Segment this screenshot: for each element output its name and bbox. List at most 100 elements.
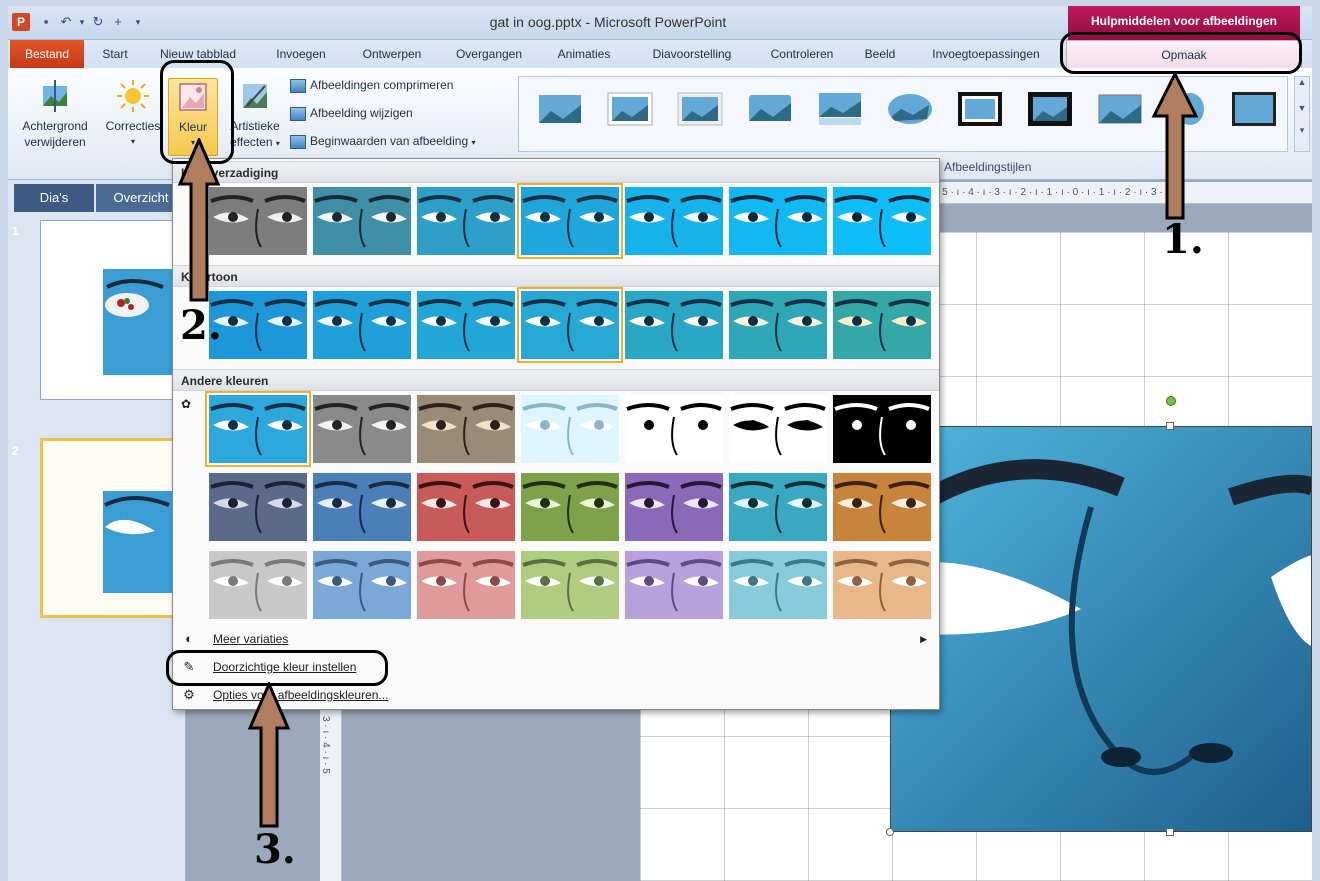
- face-thumbnail: [521, 473, 619, 541]
- tab-file[interactable]: Bestand: [10, 40, 84, 68]
- saturation-option[interactable]: [209, 187, 307, 255]
- picture-style-9[interactable]: [1097, 91, 1143, 127]
- face-thumbnail: [209, 473, 307, 541]
- pane-tabs: Dia's Overzicht: [8, 184, 186, 212]
- tab-transitions[interactable]: Overgangen: [444, 40, 534, 68]
- recolor-option[interactable]: [833, 473, 931, 541]
- slide-thumbnail-2[interactable]: [40, 438, 182, 618]
- reset-picture-button[interactable]: Beginwaarden van afbeelding ▾: [290, 130, 475, 152]
- rotate-handle[interactable]: [1166, 396, 1176, 406]
- face-thumbnail: [417, 291, 515, 359]
- tab-addins[interactable]: Invoegtoepassingen: [916, 40, 1056, 68]
- recolor-option[interactable]: [521, 395, 619, 463]
- undo-icon[interactable]: ↶: [58, 14, 74, 30]
- change-picture-label: Afbeelding wijzigen: [310, 106, 413, 120]
- slide-2-preview: [103, 491, 179, 593]
- saturation-option[interactable]: [729, 187, 827, 255]
- recolor-option[interactable]: [521, 551, 619, 619]
- recolor-option[interactable]: [729, 473, 827, 541]
- picture-style-11[interactable]: [1231, 91, 1277, 127]
- face-thumbnail: [313, 395, 411, 463]
- redo-icon[interactable]: ↻: [90, 14, 106, 30]
- annotation-arrow-3: [247, 682, 291, 828]
- recolor-option[interactable]: [313, 473, 411, 541]
- vertical-ruler-scale: 3 · ı · 4 · ı · 5: [320, 716, 331, 774]
- artistic-effects-dropdown-icon: ▾: [275, 139, 280, 148]
- undo-dropdown-icon[interactable]: ▾: [74, 14, 90, 30]
- picture-style-5[interactable]: [817, 91, 863, 127]
- tone-option[interactable]: [313, 291, 411, 359]
- tab-review[interactable]: Controleren: [756, 40, 848, 68]
- resize-handle-top[interactable]: [1166, 422, 1174, 430]
- selected-picture[interactable]: [890, 426, 1312, 832]
- more-variations-item[interactable]: ◐ Meer variaties ▶: [173, 627, 939, 651]
- recolor-option[interactable]: [417, 395, 515, 463]
- tone-option[interactable]: [209, 291, 307, 359]
- recolor-option[interactable]: [729, 551, 827, 619]
- recolor-option[interactable]: [205, 391, 311, 467]
- tab-view[interactable]: Beeld: [856, 40, 904, 68]
- recolor-option[interactable]: [521, 473, 619, 541]
- recolor-option[interactable]: [625, 473, 723, 541]
- customize-qat-icon[interactable]: +: [110, 14, 126, 30]
- tab-home[interactable]: Start: [92, 40, 138, 68]
- slides-pane: Dia's Overzicht 1 2: [8, 180, 186, 881]
- tone-option[interactable]: [517, 287, 623, 363]
- gallery-more-icon[interactable]: ▾: [1295, 125, 1309, 136]
- gallery-scroll[interactable]: ▲ ▼ ▾: [1294, 76, 1310, 152]
- resize-handle-bottom[interactable]: [1166, 828, 1174, 836]
- recolor-option[interactable]: [417, 473, 515, 541]
- compress-pictures-button[interactable]: Afbeeldingen comprimeren: [290, 74, 453, 96]
- recolor-option[interactable]: [625, 551, 723, 619]
- tab-slideshow[interactable]: Diavoorstelling: [634, 40, 750, 68]
- recolor-option[interactable]: [417, 551, 515, 619]
- recolor-option[interactable]: [833, 551, 931, 619]
- remove-background-button[interactable]: Achtergrond verwijderen: [12, 78, 98, 150]
- vertical-ruler: 3 · ı · 4 · ı · 5: [320, 710, 342, 881]
- tab-animations[interactable]: Animaties: [544, 40, 624, 68]
- recolor-option[interactable]: [313, 551, 411, 619]
- reset-picture-dropdown-icon: ▾: [471, 138, 476, 147]
- recolor-option[interactable]: [729, 395, 827, 463]
- picture-style-8[interactable]: [1027, 91, 1073, 127]
- options-icon: ⚙: [183, 687, 195, 702]
- tone-option[interactable]: [833, 291, 931, 359]
- recolor-option[interactable]: [313, 395, 411, 463]
- saturation-option[interactable]: [313, 187, 411, 255]
- submenu-arrow-icon: ▶: [920, 634, 927, 644]
- save-icon[interactable]: ▪: [38, 14, 54, 30]
- corrections-button[interactable]: Correcties ▾: [100, 78, 166, 150]
- saturation-option[interactable]: [417, 187, 515, 255]
- saturation-option[interactable]: [517, 183, 623, 259]
- qat-dropdown-icon[interactable]: ▾: [130, 14, 146, 30]
- face-thumbnail: [833, 291, 931, 359]
- resize-handle-bl[interactable]: [886, 828, 894, 836]
- reset-picture-label: Beginwaarden van afbeelding: [310, 134, 469, 148]
- picture-style-2[interactable]: [607, 91, 653, 127]
- face-thumbnail: [729, 395, 827, 463]
- slide-thumbnail-1[interactable]: [40, 220, 182, 400]
- tone-option[interactable]: [417, 291, 515, 359]
- recolor-option[interactable]: [209, 473, 307, 541]
- picture-style-1[interactable]: [537, 91, 583, 127]
- saturation-option[interactable]: [833, 187, 931, 255]
- saturation-option[interactable]: [625, 187, 723, 255]
- powerpoint-app-icon[interactable]: P: [12, 13, 30, 31]
- corrections-dropdown-icon: ▾: [130, 137, 135, 146]
- change-picture-button[interactable]: Afbeelding wijzigen: [290, 102, 413, 124]
- tab-insert[interactable]: Invoegen: [262, 40, 340, 68]
- face-thumbnail: [729, 551, 827, 619]
- gallery-down-icon[interactable]: ▼: [1295, 103, 1309, 113]
- tone-option[interactable]: [625, 291, 723, 359]
- tab-design[interactable]: Ontwerpen: [350, 40, 434, 68]
- recolor-option[interactable]: [625, 395, 723, 463]
- picture-style-6[interactable]: [887, 91, 933, 127]
- tone-option[interactable]: [729, 291, 827, 359]
- recolor-option[interactable]: [833, 395, 931, 463]
- recolor-option[interactable]: [209, 551, 307, 619]
- gallery-up-icon[interactable]: ▲: [1295, 77, 1309, 87]
- picture-style-3[interactable]: [677, 91, 723, 127]
- tab-slides[interactable]: Dia's: [14, 184, 94, 212]
- picture-style-7[interactable]: [957, 91, 1003, 127]
- picture-style-4[interactable]: [747, 91, 793, 127]
